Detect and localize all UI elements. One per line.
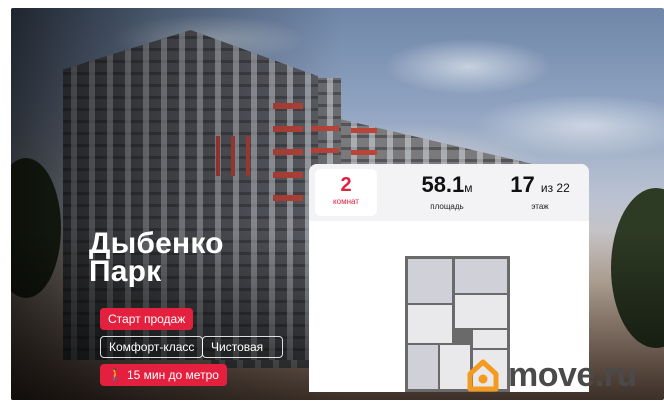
metro-distance-label: 15 мин до метро [126, 368, 219, 382]
complex-title: Дыбенко Парк [89, 227, 224, 288]
finish-label: Чистовая [211, 340, 264, 354]
floor-label: этаж [531, 202, 549, 211]
rooms-stat: 2 комнат [315, 169, 377, 216]
plan-room-living [408, 305, 452, 343]
plan-room-bedroom [408, 259, 452, 303]
complex-title-line2: Парк [89, 255, 162, 288]
comfort-class-badge: Комфорт-класс [100, 336, 204, 358]
house-logo-icon [466, 358, 500, 392]
plan-room-bath [473, 330, 507, 348]
area-value: 58.1 [421, 172, 465, 197]
plan-room-hall [455, 295, 507, 328]
sale-start-badge: Старт продаж [100, 308, 194, 330]
area-unit: м [464, 181, 473, 195]
area-stat: 58.1м площадь [407, 173, 487, 212]
move-ru-logo: move.ru [466, 358, 637, 392]
sale-start-label: Старт продаж [108, 312, 186, 326]
complex-title-line1: Дыбенко [89, 227, 224, 260]
area-label: площадь [430, 202, 464, 211]
floor-value: 17 [510, 172, 535, 197]
metro-distance-badge: 🚶 15 мин до метро [100, 364, 227, 386]
move-ru-text: move.ru [508, 356, 637, 394]
finish-badge: Чистовая [202, 336, 283, 358]
floor-stat: 17 из 22 этаж [495, 173, 585, 212]
rooms-value: 2 [340, 174, 352, 196]
rooms-label: комнат [333, 197, 359, 206]
plan-room-kitchen [455, 259, 507, 293]
comfort-class-label: Комфорт-класс [109, 340, 195, 354]
plan-room-bath2 [408, 345, 438, 389]
floor-of: из 22 [540, 181, 570, 195]
walking-person-icon: 🚶 [108, 368, 123, 382]
